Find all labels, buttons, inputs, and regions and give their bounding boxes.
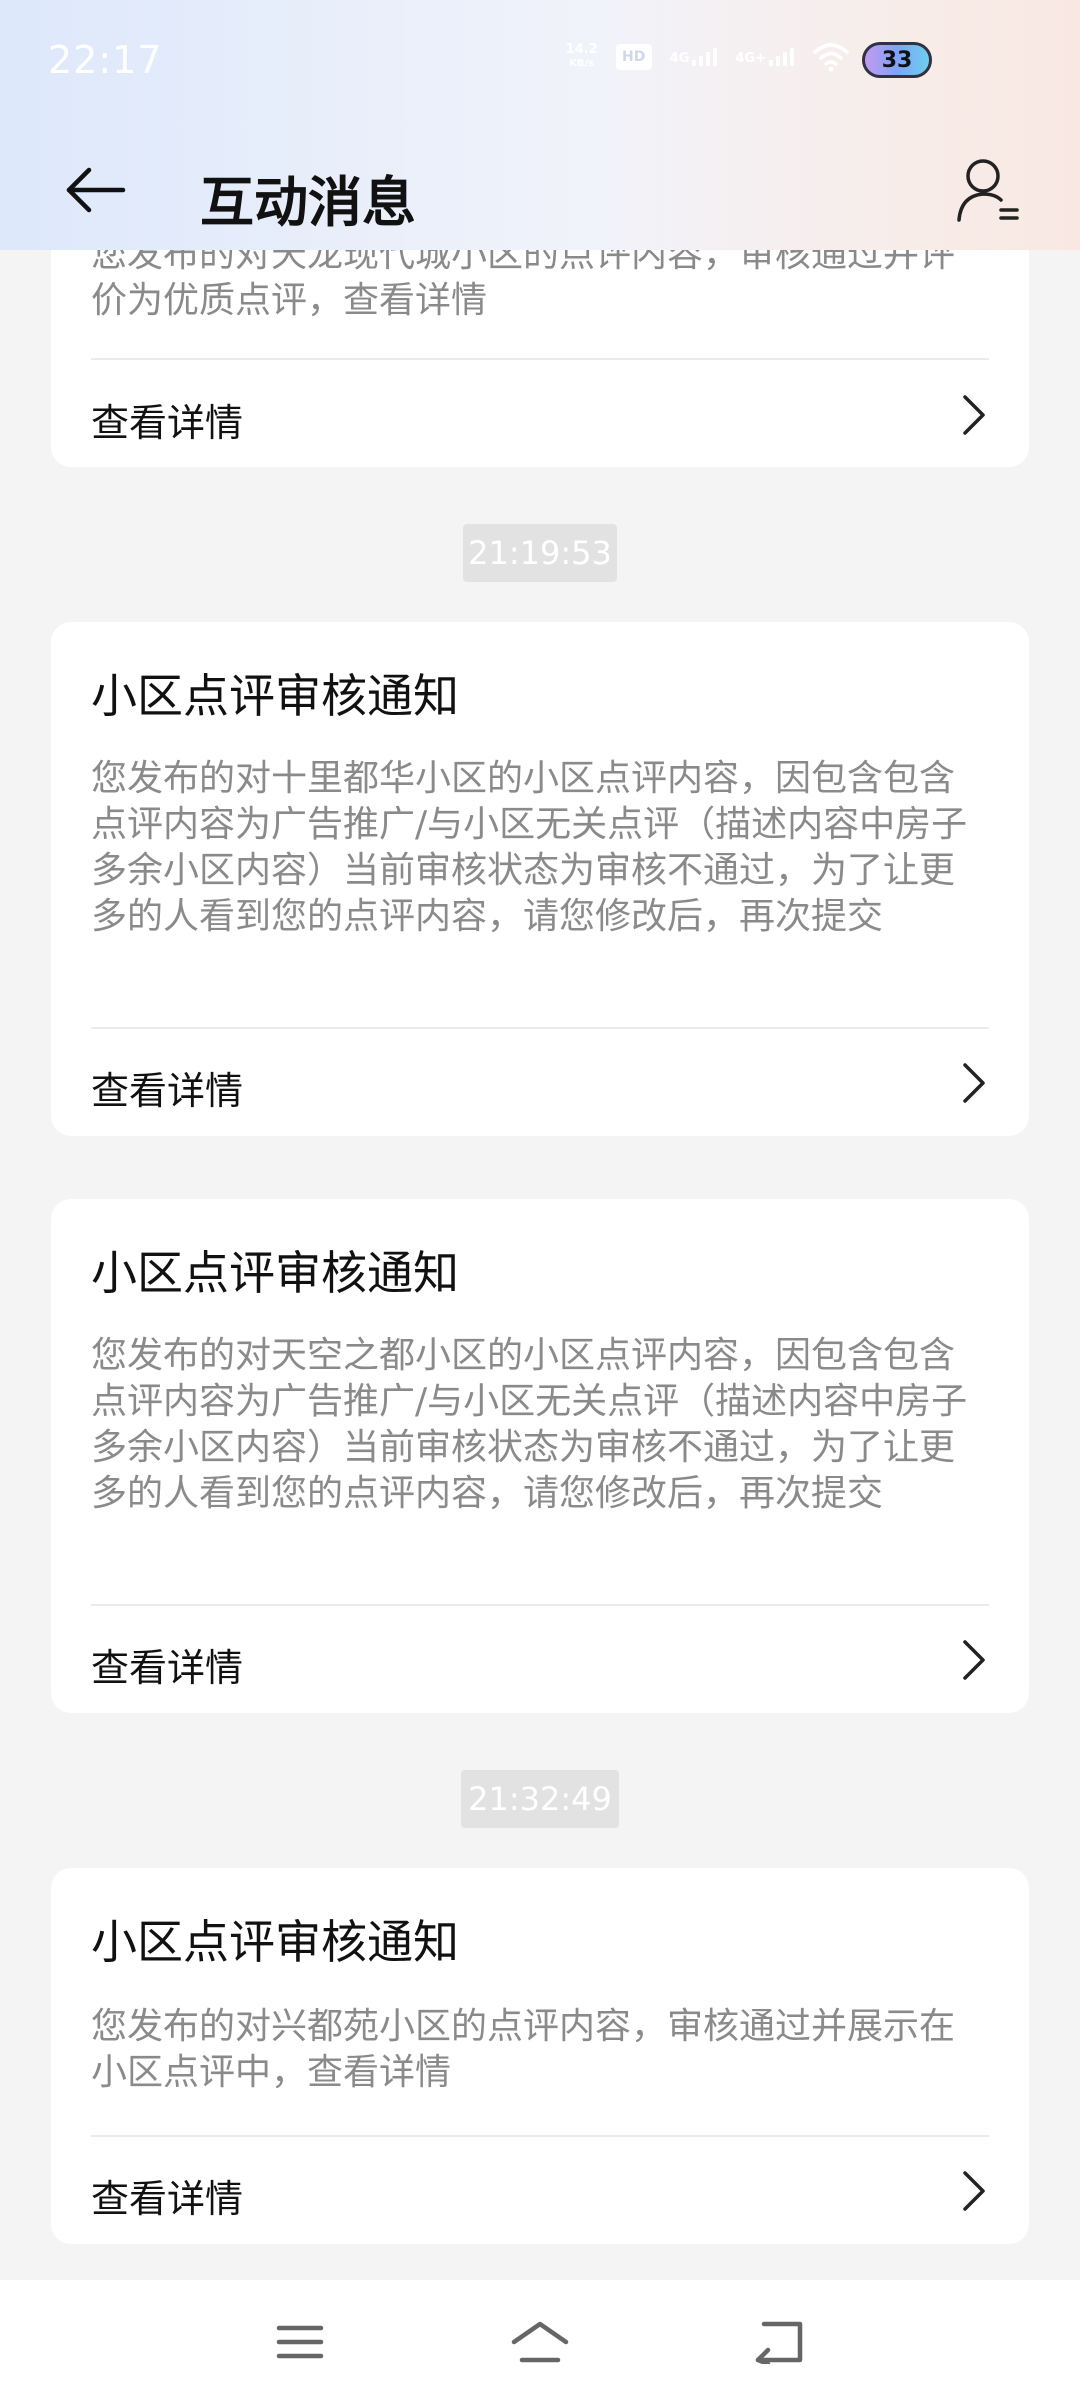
status-bar: 22:17 14.2 KB/s HD 4G 4G+ 33 [0, 0, 1080, 130]
message-title: 小区点评审核通知 [91, 669, 459, 723]
signal-bars [769, 48, 794, 66]
timestamp-badge: 21:19:53 [463, 524, 617, 582]
message-body: 您发布的对天空之都小区的小区点评内容，因包含包含点评内容为广告推广/与小区无关点… [91, 1335, 968, 1514]
chevron-right-icon [963, 395, 985, 435]
network-speed: 14.2 KB/s [566, 43, 598, 71]
sim1-network-label: 4G [669, 51, 690, 66]
back-button[interactable] [60, 155, 130, 225]
timestamp-badge: 21:32:49 [461, 1770, 619, 1828]
back-icon [755, 2321, 803, 2364]
chevron-right-icon [963, 1063, 985, 1103]
status-time: 22:17 [48, 38, 163, 82]
chevron-right-icon [963, 1640, 985, 1680]
view-details-row[interactable]: 查看详情 [51, 1605, 1029, 1713]
message-body: 您发布的对十里都华小区的小区点评内容，因包含包含点评内容为广告推广/与小区无关点… [91, 758, 968, 937]
arrow-left-icon [66, 167, 126, 213]
network-speed-unit: KB/s [569, 58, 595, 69]
home-icon [511, 2321, 569, 2363]
status-icons: 14.2 KB/s HD 4G 4G+ [566, 42, 850, 72]
message-card: 小区点评审核通知 您发布的对天空之都小区的小区点评内容，因包含包含点评内容为广告… [51, 1199, 1029, 1713]
hd-icon: HD [615, 44, 652, 70]
signal-sim2-icon: 4G+ [735, 48, 794, 66]
message-title: 小区点评审核通知 [91, 1915, 459, 1969]
menu-button[interactable] [268, 2310, 332, 2374]
signal-bars [692, 48, 718, 66]
battery-level: 33 [881, 47, 913, 73]
view-details-row[interactable]: 查看详情 [51, 1028, 1029, 1136]
message-body: 您发布的对兴都苑小区的点评内容，审核通过并展示在小区点评中，查看详情 [91, 2006, 956, 2093]
battery-icon: 33 [862, 42, 932, 78]
menu-icon [276, 2325, 324, 2359]
sim2-network-label: 4G+ [735, 51, 766, 66]
view-details-label: 查看详情 [91, 1069, 244, 1113]
profile-button[interactable] [950, 152, 1026, 228]
system-nav-bar [0, 2280, 1080, 2408]
message-title: 小区点评审核通知 [91, 1246, 459, 1300]
signal-sim1-icon: 4G [670, 48, 718, 66]
view-details-label: 查看详情 [91, 1646, 244, 1690]
view-details-label: 查看详情 [91, 401, 244, 445]
view-details-row[interactable]: 查看详情 [51, 2136, 1029, 2244]
page-title: 互动消息 [200, 171, 416, 234]
network-speed-value: 14.2 [565, 42, 598, 57]
title-bar: 互动消息 [0, 130, 1080, 250]
message-card: 小区点评审核通知 您发布的对十里都华小区的小区点评内容，因包含包含点评内容为广告… [51, 622, 1029, 1136]
nav-back-button[interactable] [748, 2310, 812, 2374]
home-button[interactable] [508, 2310, 572, 2374]
view-details-label: 查看详情 [91, 2177, 244, 2221]
message-card: 小区点评审核通知 您发布的对兴都苑小区的点评内容，审核通过并展示在小区点评中，查… [51, 1868, 1029, 2244]
chevron-right-icon [963, 2171, 985, 2211]
wifi-icon [813, 43, 849, 72]
view-details-row[interactable]: 查看详情 [51, 360, 1029, 468]
user-list-icon [957, 159, 1019, 222]
